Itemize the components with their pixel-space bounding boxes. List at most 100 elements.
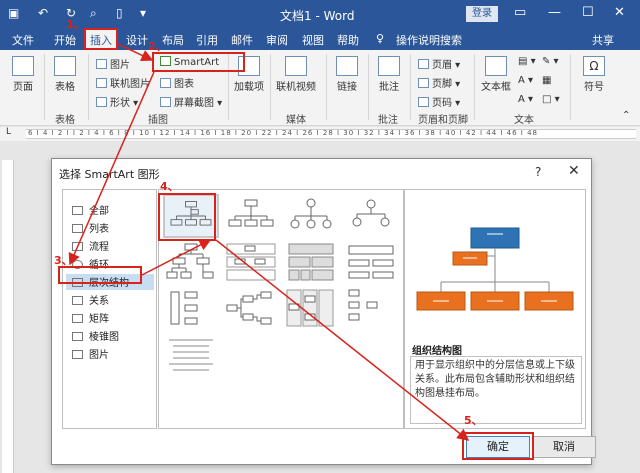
shapes-button[interactable]: 形状 ▾	[96, 94, 138, 109]
layout-table-hierarchy[interactable]	[283, 240, 339, 284]
layout-name-title-org[interactable]	[223, 194, 279, 238]
symbol-button[interactable]: Ω 符号	[580, 56, 608, 93]
category-process[interactable]: 流程	[66, 238, 154, 254]
tab-selector-icon[interactable]: L	[6, 127, 11, 137]
collapse-ribbon-icon[interactable]: ⌃	[622, 110, 630, 121]
annotation-box-hierarchy	[58, 266, 142, 284]
comment-icon	[378, 56, 400, 76]
new-doc-icon[interactable]: ▯	[116, 6, 123, 20]
textbox-icon	[485, 56, 507, 76]
footer-icon	[418, 78, 429, 88]
all-icon	[72, 206, 83, 215]
document-title: 文档1 - Word	[280, 9, 355, 23]
layout-preview: 组织结构图 用于显示组织中的分层信息或上下级关系。此布局包含辅助形状和组织结构图…	[404, 189, 586, 429]
layout-horizontal-org[interactable]	[223, 286, 279, 330]
group-label-text: 文本	[514, 115, 534, 126]
tab-view[interactable]: 视图	[302, 32, 324, 48]
online-video-button[interactable]: 联机视频	[276, 56, 316, 93]
screenshot-icon	[160, 97, 171, 107]
ribbon-display-icon[interactable]: ▭	[514, 5, 526, 20]
cancel-button[interactable]: 取消	[532, 436, 596, 458]
layout-labeled-hierarchy[interactable]	[223, 240, 279, 284]
pages-icon	[12, 56, 34, 76]
matrix-icon	[72, 314, 83, 323]
link-button[interactable]: 链接	[332, 56, 362, 93]
screenshot-button[interactable]: 屏幕截图 ▾	[160, 94, 222, 109]
layout-circle-picture-hierarchy[interactable]	[343, 194, 399, 238]
preview-title: 组织结构图	[412, 346, 462, 357]
save-icon[interactable]: ▣	[8, 6, 19, 20]
minimize-icon[interactable]: —	[548, 5, 561, 20]
list-icon	[72, 224, 83, 233]
layout-horizontal-hierarchy[interactable]	[163, 286, 219, 330]
tab-mailings[interactable]: 邮件	[231, 32, 253, 48]
online-picture-button[interactable]: 联机图片	[96, 75, 150, 90]
object-icon[interactable]: □ ▾	[542, 94, 560, 105]
signature-line-icon[interactable]: ✎ ▾	[542, 56, 559, 67]
category-pyramid[interactable]: 棱锥图	[66, 328, 154, 344]
layout-architecture[interactable]	[343, 286, 399, 330]
category-picture[interactable]: 图片	[66, 346, 154, 362]
annotation-step-3: 3、	[54, 254, 73, 267]
annotation-box-smartart	[152, 52, 245, 72]
preview-description: 用于显示组织中的分层信息或上下级关系。此布局包含辅助形状和组织结构图悬挂布局。	[410, 356, 582, 424]
layout-half-circle-org[interactable]	[283, 194, 339, 238]
online-picture-icon	[96, 78, 107, 88]
date-time-icon[interactable]: ▦	[542, 75, 551, 86]
header-icon	[418, 59, 429, 69]
quick-parts-icon[interactable]: ▤ ▾	[518, 56, 536, 67]
close-icon[interactable]: ✕	[614, 5, 625, 20]
video-icon	[285, 56, 307, 76]
tab-review[interactable]: 审阅	[266, 32, 288, 48]
dialog-close-icon[interactable]: ✕	[568, 163, 580, 179]
org-chart-preview-graphic	[416, 227, 574, 311]
category-list-item[interactable]: 列表	[66, 220, 154, 236]
ribbon-insert: 页面 表格 表格 图片 联机图片 形状 ▾ SmartArt 图表 屏幕截图 ▾…	[0, 50, 640, 126]
wordart-icon[interactable]: A ▾	[518, 75, 533, 86]
login-button[interactable]: 登录	[466, 6, 498, 22]
tab-references[interactable]: 引用	[196, 32, 218, 48]
pages-button[interactable]: 页面	[8, 56, 38, 93]
dialog-title: 选择 SmartArt 图形	[59, 168, 160, 181]
category-all[interactable]: 全部	[66, 202, 154, 218]
header-button[interactable]: 页眉 ▾	[418, 56, 460, 71]
tab-home[interactable]: 开始	[54, 32, 76, 48]
layout-horizontal-labeled[interactable]	[283, 286, 339, 330]
table-button[interactable]: 表格	[50, 56, 80, 93]
quick-access-more-icon[interactable]: ▾	[140, 6, 146, 20]
picture-button[interactable]: 图片	[96, 56, 130, 71]
print-preview-icon[interactable]: ⌕	[90, 6, 97, 21]
category-list: 全部 列表 流程 循环 层次结构 关系 矩阵 棱锥图 图片	[62, 189, 157, 429]
maximize-icon[interactable]: ☐	[582, 5, 594, 20]
picture-icon	[96, 59, 107, 69]
group-label-table: 表格	[55, 115, 75, 126]
title-bar: ▣ ↶ ↻ ⌕ ▯ ▾ 文档1 - Word 登录 ▭ — ☐ ✕	[0, 0, 640, 28]
group-label-media: 媒体	[286, 115, 306, 126]
page-number-button[interactable]: 页码 ▾	[418, 94, 460, 109]
category-matrix[interactable]: 矩阵	[66, 310, 154, 326]
tab-design[interactable]: 设计	[126, 32, 148, 48]
layout-hierarchy[interactable]	[163, 240, 219, 284]
page-number-icon	[418, 97, 429, 107]
dropcap-icon[interactable]: A ▾	[518, 94, 533, 105]
tab-file[interactable]: 文件	[12, 32, 34, 48]
layout-hierarchy-list[interactable]	[163, 332, 219, 376]
footer-button[interactable]: 页脚 ▾	[418, 75, 460, 90]
lightbulb-icon: ♀	[376, 32, 385, 45]
smartart-dialog: 选择 SmartArt 图形 ? ✕ 全部 列表 流程 循环 层次结构 关系 矩…	[51, 158, 596, 465]
undo-icon[interactable]: ↶	[38, 6, 48, 20]
layout-lined-list[interactable]	[343, 240, 399, 284]
help-icon[interactable]: ?	[535, 165, 541, 179]
picture-category-icon	[72, 350, 83, 359]
relationship-icon	[72, 296, 83, 305]
comment-button[interactable]: 批注	[374, 56, 404, 93]
group-label-comment: 批注	[378, 115, 398, 126]
chart-button[interactable]: 图表	[160, 75, 194, 90]
share-button[interactable]: 共享	[592, 32, 614, 48]
tab-help[interactable]: 帮助	[337, 32, 359, 48]
tell-me-search[interactable]: 操作说明搜索	[396, 32, 462, 48]
omega-icon: Ω	[583, 56, 605, 76]
annotation-step-2: 2、	[148, 40, 167, 53]
textbox-button[interactable]: 文本框	[478, 56, 514, 93]
category-relationship[interactable]: 关系	[66, 292, 154, 308]
